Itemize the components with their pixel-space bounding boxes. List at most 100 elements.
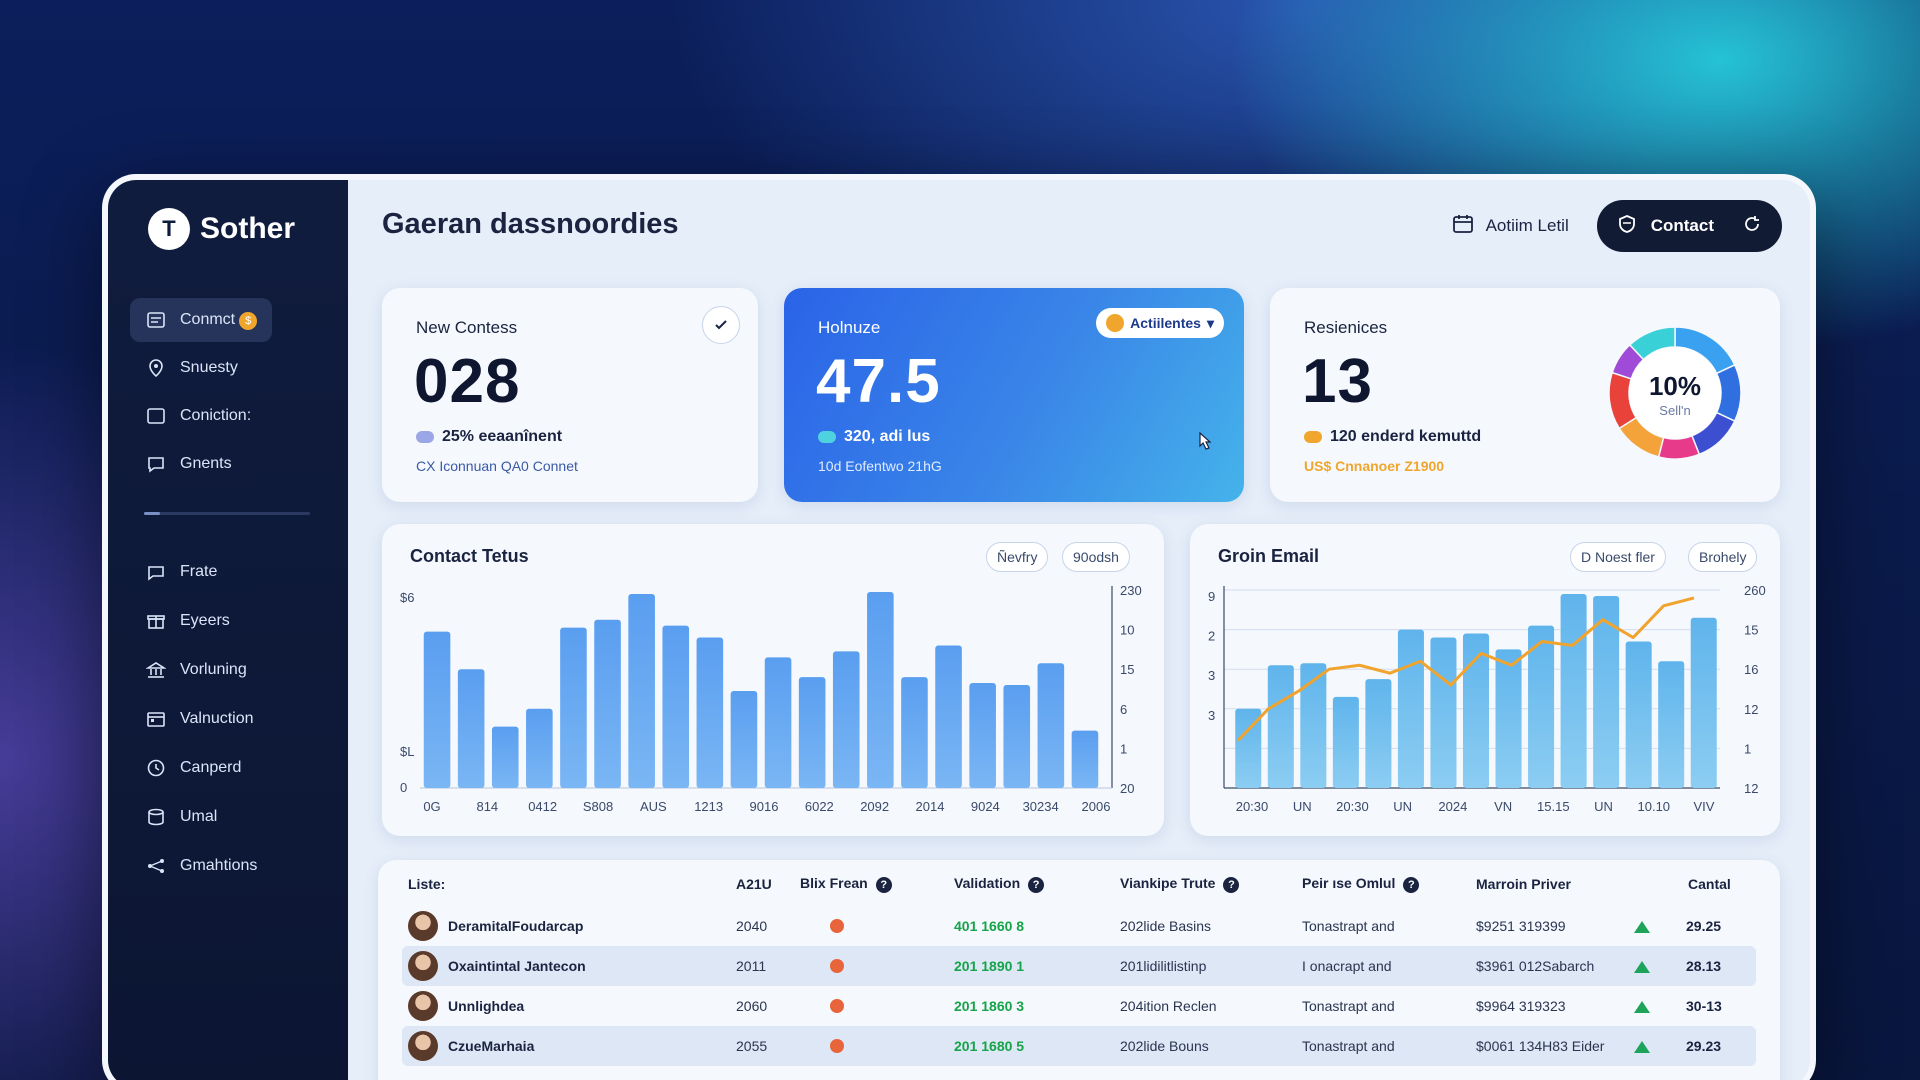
cell-omlul: Tonastrapt and [1302, 918, 1395, 934]
bar [867, 591, 894, 788]
col-header-viankipe-trute[interactable]: Viankipe Trute? [1120, 875, 1240, 893]
cell-name: Oxaintintal Jantecon [408, 951, 586, 981]
nav-badge: $ [239, 311, 258, 330]
cell-cantal: 29.23 [1686, 1038, 1722, 1054]
account-link[interactable]: Aotiim Letil [1452, 213, 1569, 240]
cell-trute: 202lide Bouns [1120, 1038, 1209, 1054]
sidebar-item-coniction[interactable]: Coniction: [130, 394, 330, 438]
col-header-marroin-priver[interactable]: Marroin Priver [1476, 876, 1571, 892]
row-name: CzueMarhaia [448, 1038, 535, 1054]
sidebar-item-frate[interactable]: Frate [130, 550, 330, 594]
contact-button[interactable]: Contact [1596, 200, 1782, 252]
col-header-peir-ise-omlul[interactable]: Peir ıse Omlul? [1302, 875, 1420, 893]
col-header-a21u[interactable]: A21U [736, 876, 772, 892]
x-tick-label: AUS [640, 799, 667, 814]
table-row[interactable]: Unnlighdea 2060 201 1860 3 204ition Reclen T… [402, 986, 1756, 1026]
col-header-validation[interactable]: Validation? [954, 875, 1045, 893]
square-icon [146, 406, 166, 426]
y-tick-label: 260 [1744, 583, 1766, 598]
donut-percent: 10% [1649, 371, 1701, 401]
table-row[interactable]: CzueMarhaia 2055 201 1680 5 202lide Bouns To… [402, 1026, 1756, 1066]
y-tick-label: 15 [1120, 662, 1134, 677]
bar [491, 726, 519, 788]
chat-bubble-icon [146, 454, 166, 474]
sidebar-item-conmct[interactable]: Conmct $ [130, 298, 272, 342]
contact-label: Contact [1650, 216, 1714, 235]
header-actions: Aotiim Letil Contact [1452, 200, 1782, 252]
gift-icon [146, 611, 166, 631]
app-logo[interactable]: T Sother [148, 208, 295, 250]
status-dot [830, 1039, 844, 1056]
cell-priver: $9251 319399 [1476, 918, 1566, 934]
check-icon[interactable] [702, 306, 740, 344]
sidebar-item-label: Umal [180, 808, 218, 825]
x-tick-label: 1213 [694, 799, 723, 814]
stat-sub-text: 25% eeaanînent [442, 428, 563, 445]
col-header-liste[interactable]: Liste: [408, 876, 445, 892]
x-tick-label: 814 [476, 799, 498, 814]
status-dot [830, 919, 844, 936]
status-dot [830, 959, 844, 976]
table-row[interactable]: DeramitalFoudarcap 2040 401 1660 8 202lide … [402, 906, 1756, 946]
stat-card-resienices[interactable]: Resienices 13 120 enderd kemuttd US$ Cnn… [1270, 288, 1780, 502]
col-header-label: Blix Frean [800, 875, 868, 892]
sidebar-item-label: Canperd [180, 759, 242, 776]
actiilentes-dropdown[interactable]: Actiilentes ▾ [1096, 308, 1224, 338]
cell-priver: $3961 012Sabarch [1476, 958, 1595, 974]
cell-name: CzueMarhaia [408, 1031, 534, 1061]
y-tick-label: $6 [400, 590, 414, 605]
sidebar-item-label: Coniction: [180, 407, 252, 424]
sidebar-item-eyeers[interactable]: Eyeers [130, 599, 330, 643]
y-tick-label: 15 [1744, 623, 1758, 638]
legend-dot [818, 431, 836, 443]
table-row[interactable]: Oxaintintal Jantecon 2011 201 1890 1 201lid… [402, 946, 1756, 986]
bar [1430, 637, 1457, 788]
sidebar-item-label: Eyeers [180, 612, 230, 629]
y-tick-label: 20 [1120, 781, 1134, 796]
page-title: Gaeran dassnoordies [382, 208, 679, 240]
bar [832, 651, 860, 788]
cell-cantal: 28.13 [1686, 958, 1722, 974]
col-header-cantal[interactable]: Cantal [1688, 876, 1731, 892]
cell-year: 2060 [736, 998, 768, 1014]
sidebar-item-vorluning[interactable]: Vorluning [130, 648, 330, 692]
sidebar-item-label: Frate [180, 563, 218, 580]
bar [696, 637, 724, 788]
y-tick-label: 16 [1744, 662, 1758, 677]
clock-icon [146, 758, 166, 778]
stat-sub: 25% eeaanînent [416, 428, 562, 446]
y-tick-label: 0 [400, 780, 407, 795]
avatar [408, 951, 438, 981]
cell-trute: 201lidilitlistinp [1120, 958, 1207, 974]
sidebar-item-umal[interactable]: Umal [130, 795, 330, 839]
trend-up-icon [1634, 1040, 1650, 1056]
y-tick-label: $L [400, 744, 414, 759]
chart-card-contact-tetus: Contact Tetus Ñevfry 90odsh $6 $L 0 230 10 15… [382, 524, 1164, 836]
bar [1365, 679, 1392, 788]
sidebar-item-label: Snuesty [180, 359, 238, 376]
cell-name: DeramitalFoudarcap [408, 911, 583, 941]
sidebar-item-valnuction[interactable]: Valnuction [130, 697, 330, 741]
bar [1037, 663, 1065, 788]
donut-segment [1657, 434, 1701, 460]
sidebar: T Sother Conmct $ Snuesty Coniction: Gnen… [108, 180, 348, 1080]
cell-omlul: I onacrapt and [1302, 958, 1392, 974]
stat-foot: CX Iconnuan QA0 Connet [416, 458, 578, 474]
sidebar-item-snuesty[interactable]: Snuesty [130, 346, 330, 390]
stat-label: New Contess [416, 318, 518, 337]
data-table: Liste: A21U Blix Frean? Validation? Vian… [378, 860, 1780, 1080]
bar [628, 593, 655, 788]
sidebar-item-canperd[interactable]: Canperd [130, 746, 330, 790]
cell-validation: 201 1860 3 [954, 998, 1025, 1014]
avatar [408, 991, 438, 1021]
x-tick-label: 6022 [805, 799, 834, 814]
stat-card-new-contess[interactable]: New Contess 028 25% eeaanînent CX Iconnu… [382, 288, 758, 502]
sidebar-item-gnents[interactable]: Gnents [130, 442, 330, 486]
bar [1560, 593, 1587, 788]
y-tick-label: 3 [1208, 668, 1215, 683]
stat-card-holnuze[interactable]: Holnuze Actiilentes ▾ 47.5 320, adi lus 1… [784, 288, 1244, 502]
main-content: Gaeran dassnoordies Aotiim Letil Contact… [348, 180, 1810, 1080]
bar [662, 625, 690, 788]
col-header-blix-frean[interactable]: Blix Frean? [800, 875, 892, 893]
sidebar-item-gmahtions[interactable]: Gmahtions [130, 844, 330, 888]
